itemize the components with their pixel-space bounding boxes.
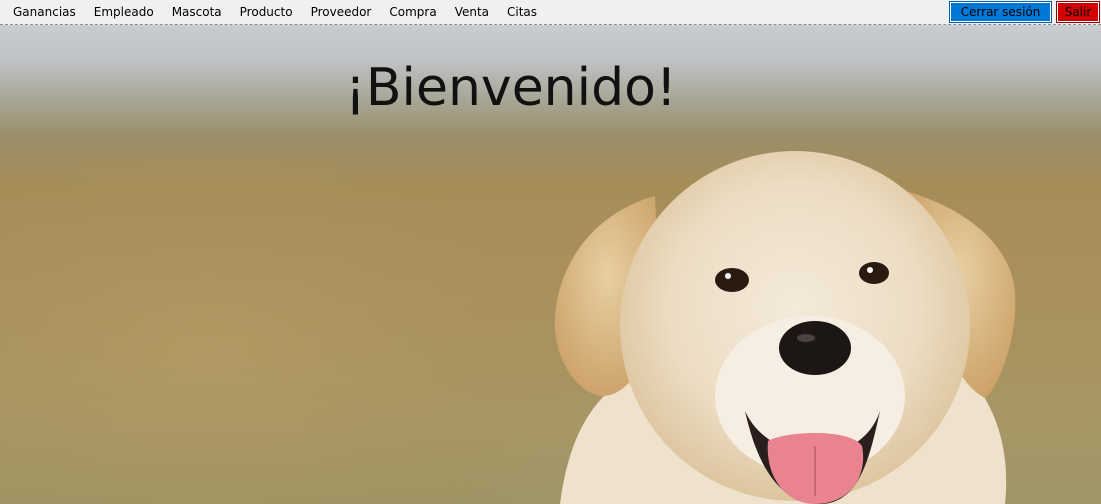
logout-button[interactable]: Cerrar sesión	[949, 1, 1052, 23]
menu-compra[interactable]: Compra	[380, 0, 445, 24]
hero-background: ¡Bienvenido!	[0, 26, 1101, 504]
menu-citas[interactable]: Citas	[498, 0, 546, 24]
menu-proveedor[interactable]: Proveedor	[302, 0, 381, 24]
menu-venta[interactable]: Venta	[446, 0, 498, 24]
menu-bar: Ganancias Empleado Mascota Producto Prov…	[0, 0, 1101, 25]
menu-empleado[interactable]: Empleado	[85, 0, 163, 24]
menu-ganancias[interactable]: Ganancias	[4, 0, 85, 24]
menu-producto[interactable]: Producto	[231, 0, 302, 24]
menu-mascota[interactable]: Mascota	[163, 0, 231, 24]
welcome-title: ¡Bienvenido!	[345, 58, 677, 118]
exit-button[interactable]: Salir	[1056, 1, 1100, 23]
